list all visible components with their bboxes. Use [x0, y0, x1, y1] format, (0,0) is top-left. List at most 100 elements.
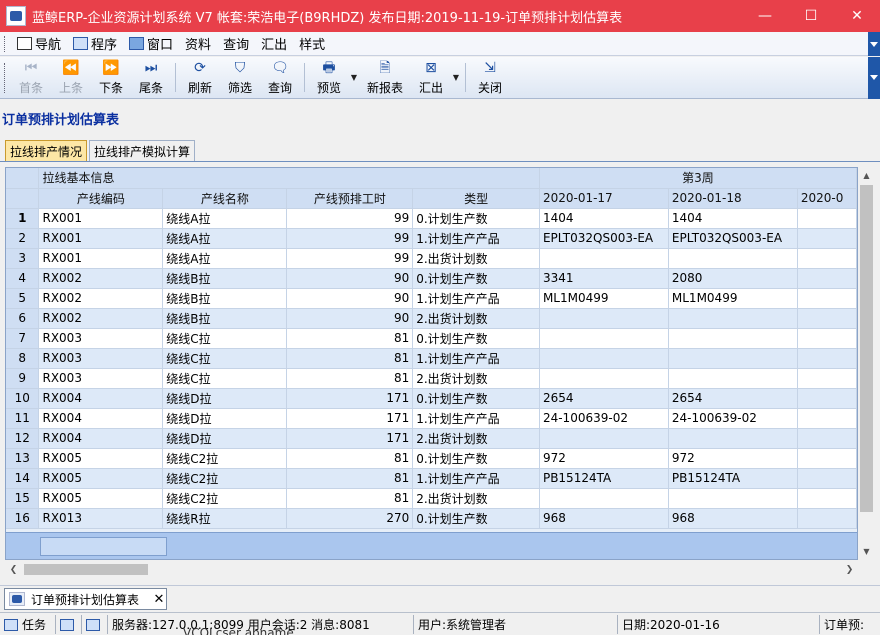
- status-tree-button[interactable]: [82, 615, 108, 634]
- cell-date-2[interactable]: [668, 428, 798, 449]
- export-dropdown[interactable]: ▼: [451, 57, 461, 98]
- column-header-line-code[interactable]: 产线编码: [38, 188, 164, 209]
- menu-grip-handle[interactable]: [4, 35, 7, 52]
- cell-type[interactable]: 0.计划生产数: [412, 208, 540, 229]
- cell-date-2[interactable]: 2080: [668, 268, 798, 289]
- cell-date-1[interactable]: [539, 248, 669, 269]
- cell-type[interactable]: 0.计划生产数: [412, 388, 540, 409]
- menu-program[interactable]: 程序: [67, 33, 123, 55]
- cell-type[interactable]: 0.计划生产数: [412, 508, 540, 529]
- table-row[interactable]: 4 RX002 绕线B拉 90 0.计划生产数 3341 2080: [6, 268, 857, 289]
- cell-line-code[interactable]: RX003: [38, 348, 164, 369]
- close-report-button[interactable]: ⇲ 关闭: [470, 57, 510, 98]
- cell-line-code[interactable]: RX013: [38, 508, 164, 529]
- cell-planned-hours[interactable]: 99: [286, 248, 414, 269]
- cell-line-code[interactable]: RX001: [38, 228, 164, 249]
- cell-date-3[interactable]: [797, 208, 857, 229]
- cell-line-code[interactable]: RX004: [38, 408, 164, 429]
- cell-planned-hours[interactable]: 90: [286, 288, 414, 309]
- cell-line-name[interactable]: 绕线A拉: [162, 228, 288, 249]
- table-row[interactable]: 1 RX001 绕线A拉 99 0.计划生产数 1404 1404: [6, 208, 857, 229]
- cell-date-1[interactable]: [539, 308, 669, 329]
- cell-date-1[interactable]: [539, 428, 669, 449]
- cell-date-3[interactable]: [797, 488, 857, 509]
- cell-line-name[interactable]: 绕线B拉: [162, 308, 288, 329]
- table-row[interactable]: 14 RX005 绕线C2拉 81 1.计划生产产品 PB15124TA PB1…: [6, 468, 857, 489]
- scroll-left-arrow-icon[interactable]: ❮: [5, 561, 22, 578]
- cell-date-1[interactable]: 1404: [539, 208, 669, 229]
- query-button[interactable]: 🗨 查询: [260, 57, 300, 98]
- cell-line-name[interactable]: 绕线D拉: [162, 408, 288, 429]
- table-row[interactable]: 5 RX002 绕线B拉 90 1.计划生产产品 ML1M0499 ML1M04…: [6, 288, 857, 309]
- cell-date-1[interactable]: 2654: [539, 388, 669, 409]
- document-tab-close-icon[interactable]: ✕: [152, 592, 166, 607]
- cell-date-3[interactable]: [797, 508, 857, 529]
- cell-date-3[interactable]: [797, 268, 857, 289]
- tab-line-simulation[interactable]: 拉线排产模拟计算: [89, 140, 196, 161]
- table-row[interactable]: 8 RX003 绕线C拉 81 1.计划生产产品: [6, 348, 857, 369]
- column-header-planned-hours[interactable]: 产线预排工时: [286, 188, 414, 209]
- cell-date-1[interactable]: PB15124TA: [539, 468, 669, 489]
- cell-line-code[interactable]: RX002: [38, 268, 164, 289]
- table-row[interactable]: 7 RX003 绕线C拉 81 0.计划生产数: [6, 328, 857, 349]
- scroll-up-arrow-icon[interactable]: ▲: [858, 167, 875, 184]
- column-header-line-name[interactable]: 产线名称: [162, 188, 288, 209]
- cell-line-name[interactable]: 绕线D拉: [162, 388, 288, 409]
- cell-date-3[interactable]: [797, 388, 857, 409]
- column-header-date-3[interactable]: 2020-0: [797, 188, 857, 209]
- table-row[interactable]: 9 RX003 绕线C拉 81 2.出货计划数: [6, 368, 857, 389]
- cell-date-2[interactable]: [668, 308, 798, 329]
- table-row[interactable]: 3 RX001 绕线A拉 99 2.出货计划数: [6, 248, 857, 269]
- cell-planned-hours[interactable]: 99: [286, 208, 414, 229]
- cell-date-2[interactable]: 1404: [668, 208, 798, 229]
- cell-type[interactable]: 2.出货计划数: [412, 488, 540, 509]
- cell-date-3[interactable]: [797, 408, 857, 429]
- cell-line-code[interactable]: RX002: [38, 308, 164, 329]
- close-button[interactable]: ✕: [834, 0, 880, 32]
- column-header-date-1[interactable]: 2020-01-17: [539, 188, 669, 209]
- menu-navigation[interactable]: 导航: [11, 33, 67, 55]
- cell-line-name[interactable]: 绕线C2拉: [162, 468, 288, 489]
- table-row[interactable]: 13 RX005 绕线C2拉 81 0.计划生产数 972 972: [6, 448, 857, 469]
- cell-line-code[interactable]: RX004: [38, 388, 164, 409]
- cell-date-2[interactable]: ML1M0499: [668, 288, 798, 309]
- menu-data[interactable]: 资料: [179, 33, 217, 55]
- cell-line-name[interactable]: 绕线C拉: [162, 368, 288, 389]
- status-tool-button[interactable]: [56, 615, 82, 634]
- cell-date-3[interactable]: [797, 248, 857, 269]
- cell-type[interactable]: 1.计划生产产品: [412, 228, 540, 249]
- cell-date-1[interactable]: [539, 348, 669, 369]
- cell-date-1[interactable]: [539, 328, 669, 349]
- cell-type[interactable]: 2.出货计划数: [412, 308, 540, 329]
- cell-line-name[interactable]: 绕线C2拉: [162, 448, 288, 469]
- cell-line-name[interactable]: 绕线A拉: [162, 208, 288, 229]
- cell-date-3[interactable]: [797, 308, 857, 329]
- cell-line-name[interactable]: 绕线R拉: [162, 508, 288, 529]
- cell-date-2[interactable]: 972: [668, 448, 798, 469]
- cell-line-name[interactable]: 绕线A拉: [162, 248, 288, 269]
- scroll-down-arrow-icon[interactable]: ▼: [858, 543, 875, 560]
- cell-type[interactable]: 2.出货计划数: [412, 368, 540, 389]
- cell-date-2[interactable]: [668, 348, 798, 369]
- cell-planned-hours[interactable]: 90: [286, 268, 414, 289]
- cell-line-name[interactable]: 绕线C拉: [162, 348, 288, 369]
- cell-planned-hours[interactable]: 171: [286, 388, 414, 409]
- cell-date-3[interactable]: [797, 228, 857, 249]
- cell-date-2[interactable]: 968: [668, 508, 798, 529]
- cell-type[interactable]: 1.计划生产产品: [412, 468, 540, 489]
- filter-button[interactable]: ⛉ 筛选: [220, 57, 260, 98]
- cell-type[interactable]: 0.计划生产数: [412, 268, 540, 289]
- menu-export[interactable]: 汇出: [255, 33, 293, 55]
- maximize-button[interactable]: ☐: [788, 0, 834, 32]
- cell-planned-hours[interactable]: 171: [286, 408, 414, 429]
- cell-date-1[interactable]: EPLT032QS003-EA: [539, 228, 669, 249]
- cell-line-code[interactable]: RX001: [38, 248, 164, 269]
- table-row[interactable]: 16 RX013 绕线R拉 270 0.计划生产数 968 968: [6, 508, 857, 529]
- cell-line-code[interactable]: RX005: [38, 448, 164, 469]
- column-header-date-2[interactable]: 2020-01-18: [668, 188, 798, 209]
- status-task-button[interactable]: 任务: [0, 615, 56, 634]
- cell-planned-hours[interactable]: 90: [286, 308, 414, 329]
- cell-line-name[interactable]: 绕线C拉: [162, 328, 288, 349]
- cell-line-name[interactable]: 绕线C2拉: [162, 488, 288, 509]
- cell-planned-hours[interactable]: 81: [286, 468, 414, 489]
